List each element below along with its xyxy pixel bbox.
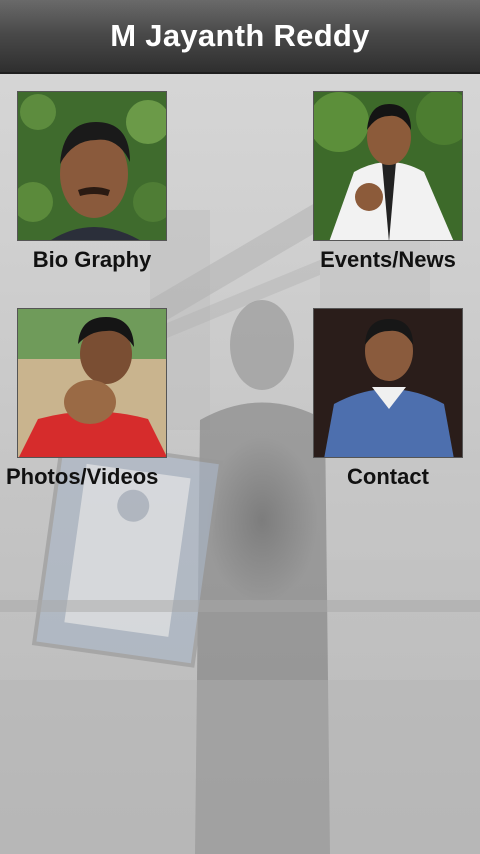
- tile-contact-label[interactable]: Contact: [312, 464, 464, 490]
- tile-events-news-label[interactable]: Events/News: [292, 247, 480, 273]
- app-title: M Jayanth Reddy: [110, 18, 370, 53]
- tile-contact[interactable]: Contact: [312, 308, 464, 490]
- title-bar: M Jayanth Reddy: [0, 0, 480, 74]
- portrait-photo-icon[interactable]: [17, 91, 167, 241]
- tile-events-news[interactable]: Events/News: [312, 91, 464, 273]
- tile-bio-graphy-label[interactable]: Bio Graphy: [16, 247, 168, 273]
- punch-photo-icon[interactable]: [17, 308, 167, 458]
- karate-photo-icon[interactable]: [313, 91, 463, 241]
- tile-photos-videos-label[interactable]: Photos/Videos: [6, 464, 208, 490]
- tile-photos-videos[interactable]: Photos/Videos: [6, 308, 168, 490]
- contact-photo-icon[interactable]: [313, 308, 463, 458]
- tile-bio-graphy[interactable]: Bio Graphy: [16, 91, 168, 273]
